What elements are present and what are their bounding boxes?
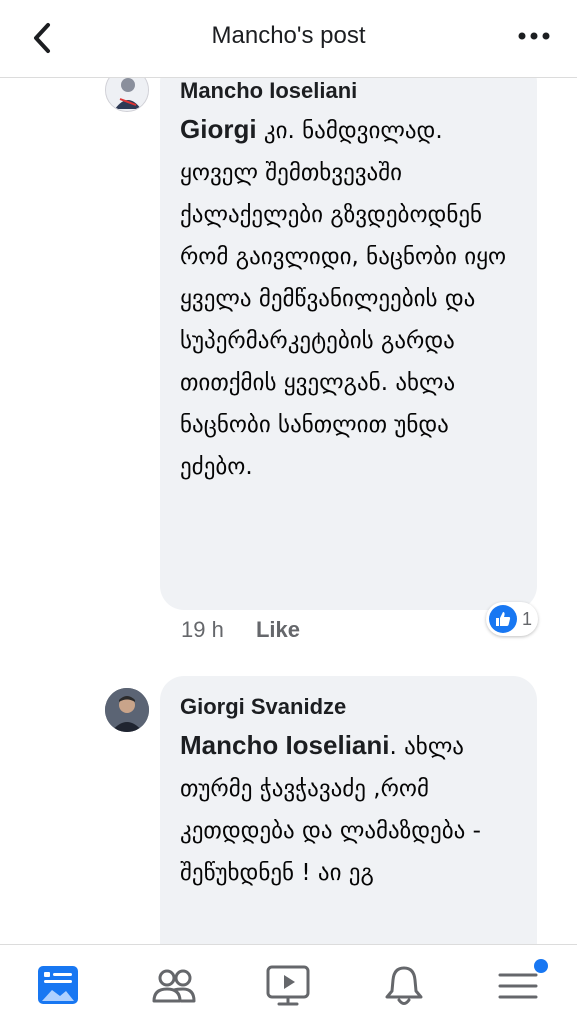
friends-icon	[152, 969, 196, 1003]
notifications-bell-icon	[385, 966, 423, 1005]
comment-text: Mancho Ioseliani. ახლა თურმე ჭავჭავაძე ,…	[180, 724, 515, 894]
avatar[interactable]	[105, 78, 149, 112]
comment-bubble[interactable]: Mancho Ioseliani Giorgi კი. ნამდვილად. ყ…	[160, 78, 537, 610]
comment-author[interactable]: Giorgi Svanidze	[180, 694, 515, 720]
profile-photo-icon	[105, 688, 149, 732]
mention-link[interactable]: Mancho Ioseliani	[180, 730, 390, 760]
comment-timestamp[interactable]: 19 h	[181, 617, 224, 643]
comment-bubble[interactable]: Giorgi Svanidze Mancho Ioseliani. ახლა თ…	[160, 676, 537, 944]
reaction-count: 1	[522, 608, 533, 629]
more-horizontal-icon	[518, 32, 550, 40]
bottom-navigation	[0, 944, 577, 1024]
menu-notification-dot	[534, 959, 548, 973]
page-title: Mancho's post	[211, 22, 366, 49]
comment-body: კი. ნამდვილად. ყოველ შემთხვევაში ქალაქელ…	[180, 118, 507, 480]
comments-list: Mancho Ioseliani Giorgi კი. ნამდვილად. ყ…	[0, 78, 577, 944]
mention-link[interactable]: Giorgi	[180, 114, 257, 144]
nav-friends[interactable]	[150, 963, 198, 1009]
comment-actions: 19 h Like	[181, 617, 300, 643]
comment-text: Giorgi კი. ნამდვილად. ყოველ შემთხვევაში …	[180, 108, 515, 488]
more-options-button[interactable]	[517, 28, 551, 44]
post-comments-screen: Mancho's post Mancho Ioseliani Giorgi კი…	[0, 0, 577, 1024]
news-feed-icon	[38, 966, 78, 1004]
like-reaction-icon	[489, 605, 517, 633]
profile-photo-icon	[106, 78, 148, 111]
avatar[interactable]	[105, 688, 149, 732]
like-button[interactable]: Like	[256, 617, 300, 643]
comment-author[interactable]: Mancho Ioseliani	[180, 78, 515, 104]
nav-news-feed[interactable]	[34, 963, 82, 1009]
top-bar: Mancho's post	[0, 0, 577, 78]
reaction-summary[interactable]: 1	[486, 602, 538, 636]
nav-watch[interactable]	[264, 963, 312, 1009]
nav-notifications[interactable]	[380, 963, 428, 1009]
watch-icon	[266, 965, 310, 1006]
